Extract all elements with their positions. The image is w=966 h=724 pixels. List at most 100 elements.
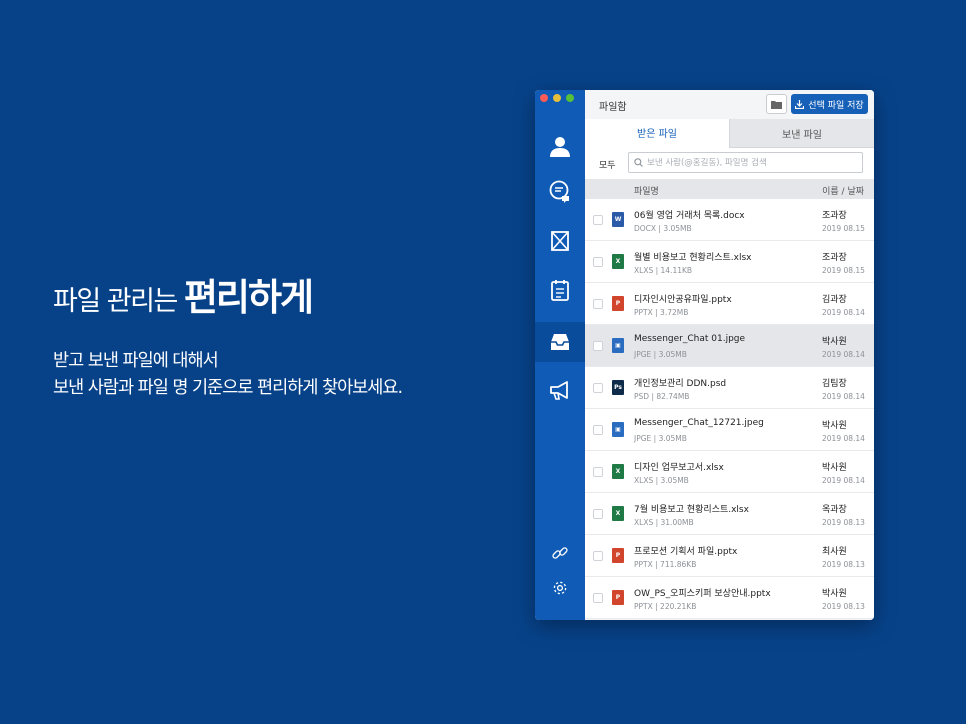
excel-file-icon: X <box>612 464 624 479</box>
file-tabs: 받은 파일 보낸 파일 <box>585 119 874 148</box>
promo-title: 파일 관리는 편리하게 <box>53 278 402 322</box>
save-selected-files-button[interactable]: 선택 파일 저장 <box>791 94 868 114</box>
excel-file-icon: X <box>612 506 624 521</box>
file-name: 7월 비용보고 현황리스트.xlsx <box>634 505 749 515</box>
file-date: 2019 08.14 <box>822 434 865 443</box>
close-window-button[interactable] <box>540 94 548 102</box>
tab-sent[interactable]: 보낸 파일 <box>729 119 874 148</box>
file-sender: 김팀장 <box>822 379 847 389</box>
file-meta: PPTX | 711.86KB <box>634 560 697 569</box>
open-folder-button[interactable] <box>766 94 787 114</box>
window-title: 파일함 <box>599 102 627 113</box>
promo-description: 받고 보낸 파일에 대해서 보낸 사람과 파일 명 기준으로 편리하게 찾아보세… <box>53 348 403 402</box>
nav-profile[interactable] <box>535 126 585 166</box>
nav-link[interactable] <box>535 533 585 573</box>
nav-calendar[interactable] <box>535 270 585 310</box>
file-row[interactable]: P OW_PS_오피스키퍼 보상안내.pptx PPTX | 220.21KB 박사원… <box>585 577 874 619</box>
nav-notice[interactable] <box>535 370 585 410</box>
file-date: 2019 08.14 <box>822 476 865 485</box>
tab-received[interactable]: 받은 파일 <box>585 119 729 148</box>
file-name: OW_PS_오피스키퍼 보상안내.pptx <box>634 589 771 599</box>
file-sender: 박사원 <box>822 337 847 347</box>
file-checkbox[interactable] <box>593 551 603 561</box>
header-name-date[interactable]: 이름 / 날짜 <box>822 184 864 197</box>
file-date: 2019 08.14 <box>822 308 865 317</box>
photoshop-file-icon: Ps <box>612 380 624 395</box>
chat-icon <box>549 180 569 203</box>
file-meta: XLXS | 3.05MB <box>634 476 689 485</box>
file-checkbox[interactable] <box>593 341 603 351</box>
file-date: 2019 08.14 <box>822 392 865 401</box>
file-checkbox[interactable] <box>593 467 603 477</box>
file-box-window: 파일함 선택 파일 저장 받은 파일 보낸 파일 모두 보낸 사람(@홍길동),… <box>535 90 874 620</box>
window-controls <box>540 94 574 102</box>
file-row[interactable]: P 프로모션 기획서 파일.pptx PPTX | 711.86KB 최사원 2019 … <box>585 535 874 577</box>
inbox-icon <box>551 334 569 350</box>
promo-title-regular: 파일 관리는 <box>53 286 184 317</box>
search-box <box>628 152 863 173</box>
title-bar: 파일함 선택 파일 저장 <box>585 90 874 119</box>
file-date: 2019 08.15 <box>822 224 865 233</box>
file-row[interactable]: Ps 개인정보관리 DDN.psd PSD | 82.74MB 김팀장 2019 08.… <box>585 367 874 409</box>
nav-chat[interactable] <box>535 172 585 212</box>
file-meta: DOCX | 3.05MB <box>634 224 692 233</box>
file-sender: 최사원 <box>822 547 847 557</box>
link-icon <box>552 547 568 559</box>
file-row[interactable]: ▣ Messenger_Chat_12721.jpeg JPGE | 3.05MB 박… <box>585 409 874 451</box>
nav-file-box[interactable] <box>535 322 585 362</box>
file-row[interactable]: W 06월 영업 거래처 목록.docx DOCX | 3.05MB 조과장 2019 … <box>585 199 874 241</box>
excel-file-icon: X <box>612 254 624 269</box>
save-button-label: 선택 파일 저장 <box>808 100 864 111</box>
minimize-window-button[interactable] <box>553 94 561 102</box>
message-icon <box>551 231 569 251</box>
file-checkbox[interactable] <box>593 383 603 393</box>
file-sender: 박사원 <box>822 421 847 431</box>
file-row[interactable]: X 디자인 업무보고서.xlsx XLXS | 3.05MB 박사원 2019 08.1… <box>585 451 874 493</box>
megaphone-icon <box>550 381 568 400</box>
nav-message[interactable] <box>535 221 585 261</box>
file-checkbox[interactable] <box>593 215 603 225</box>
image-file-icon: ▣ <box>612 422 624 437</box>
file-date: 2019 08.13 <box>822 518 865 527</box>
powerpoint-file-icon: P <box>612 548 624 563</box>
file-sender: 박사원 <box>822 463 847 473</box>
file-name: 06월 영업 거래처 목록.docx <box>634 211 745 221</box>
settings-icon <box>553 581 567 595</box>
file-checkbox[interactable] <box>593 257 603 267</box>
file-row[interactable]: ▣ Messenger_Chat 01.jpge JPGE | 3.05MB 박사원 2… <box>585 325 874 367</box>
file-meta: JPGE | 3.05MB <box>634 350 687 359</box>
promo-desc-line1: 받고 보낸 파일에 대해서 <box>53 351 219 371</box>
file-row[interactable]: X 7월 비용보고 현황리스트.xlsx XLXS | 31.00MB 옥과장 2019… <box>585 493 874 535</box>
file-box-panel: 파일함 선택 파일 저장 받은 파일 보낸 파일 모두 보낸 사람(@홍길동),… <box>585 90 874 620</box>
file-list: W 06월 영업 거래처 목록.docx DOCX | 3.05MB 조과장 2019 … <box>585 199 874 619</box>
file-date: 2019 08.14 <box>822 350 865 359</box>
image-file-icon: ▣ <box>612 338 624 353</box>
file-sender: 옥과장 <box>822 505 847 515</box>
search-icon <box>634 158 643 167</box>
search-input[interactable] <box>647 157 857 168</box>
promo-desc-line2: 보낸 사람과 파일 명 기준으로 편리하게 찾아보세요. <box>53 378 403 398</box>
nav-settings[interactable] <box>535 568 585 608</box>
profile-icon <box>550 137 570 157</box>
word-file-icon: W <box>612 212 624 227</box>
file-checkbox[interactable] <box>593 593 603 603</box>
file-date: 2019 08.15 <box>822 266 865 275</box>
file-date: 2019 08.13 <box>822 560 865 569</box>
maximize-window-button[interactable] <box>566 94 574 102</box>
list-header: 파일명 이름 / 날짜 <box>585 179 874 199</box>
sidebar <box>535 90 585 620</box>
filter-all-dropdown[interactable]: 모두 <box>599 158 616 171</box>
file-row[interactable]: P 디자인시안공유파일.pptx PPTX | 3.72MB 김과장 2019 08.1… <box>585 283 874 325</box>
file-checkbox[interactable] <box>593 299 603 309</box>
header-filename[interactable]: 파일명 <box>634 184 659 197</box>
file-row[interactable]: X 월별 비용보고 현황리스트.xlsx XLXS | 14.11KB 조과장 2019… <box>585 241 874 283</box>
file-checkbox[interactable] <box>593 509 603 519</box>
powerpoint-file-icon: P <box>612 296 624 311</box>
file-name: 월별 비용보고 현황리스트.xlsx <box>634 253 752 263</box>
download-icon <box>795 99 805 109</box>
file-name: Messenger_Chat_12721.jpeg <box>634 418 764 428</box>
file-meta: JPGE | 3.05MB <box>634 434 687 443</box>
file-name: 디자인 업무보고서.xlsx <box>634 463 724 473</box>
file-checkbox[interactable] <box>593 425 603 435</box>
file-name: 디자인시안공유파일.pptx <box>634 295 732 305</box>
